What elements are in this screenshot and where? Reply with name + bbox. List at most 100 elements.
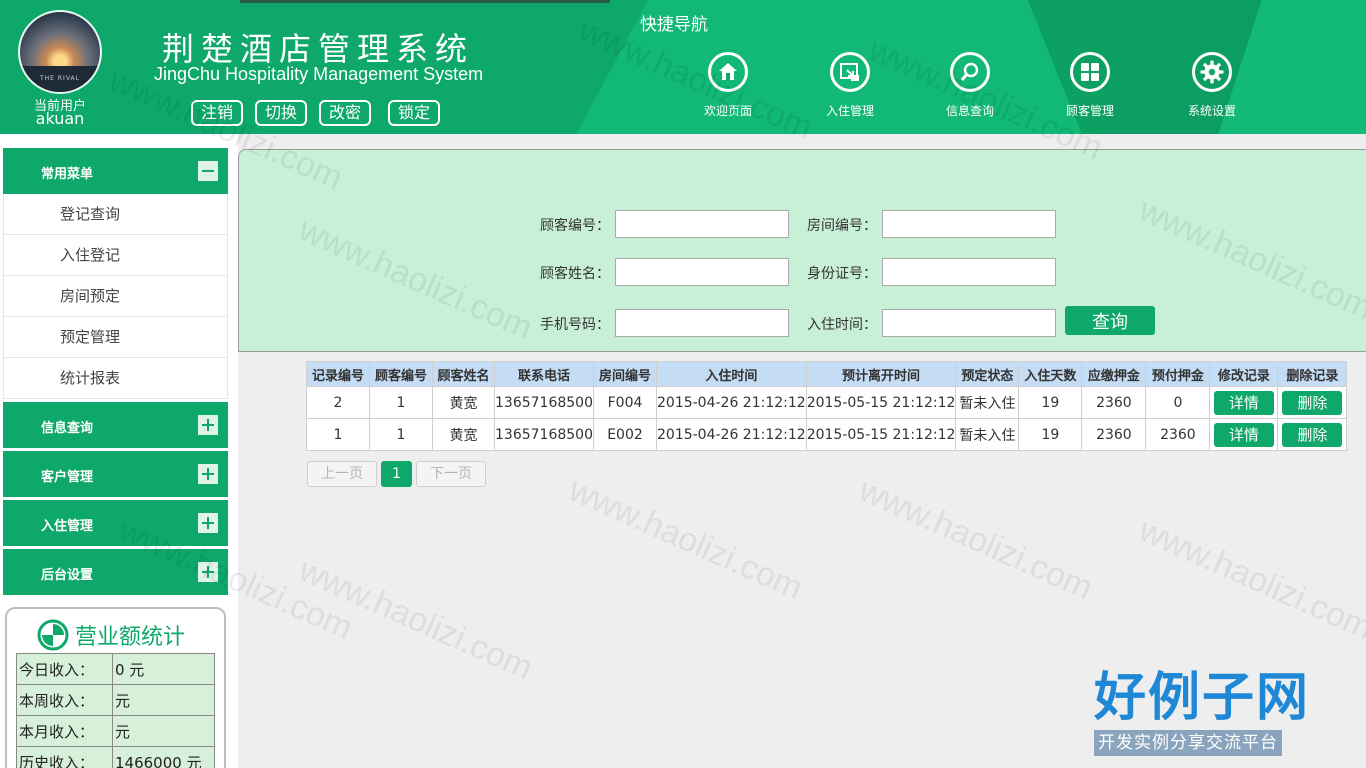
- quick-nav-settings-label: 系统设置: [1187, 104, 1236, 118]
- stat-row-history: 历史收入： 1466000 元: [16, 746, 215, 768]
- table-row: 1 1 黄宽 13657168500 E002 2015-04-26 21:12…: [306, 418, 1348, 451]
- avatar-caption: THE RIVAL: [40, 75, 80, 82]
- sidebar-item-checkin-query[interactable]: 登记查询: [4, 194, 227, 235]
- stat-row-month: 本月收入：元: [16, 715, 215, 747]
- id-card-label: 身份证号：: [807, 266, 877, 282]
- revenue-stats-title: 营业额统计: [75, 625, 186, 650]
- change-password-button[interactable]: 改密: [319, 100, 372, 126]
- col-phone: 联系电话: [494, 361, 594, 387]
- watermark: www.haolizi.com: [563, 470, 809, 608]
- prev-page-button[interactable]: 上一页: [307, 461, 377, 487]
- sidebar-section-customer[interactable]: 客户管理: [3, 451, 228, 497]
- col-checkin-time: 入住时间: [656, 361, 807, 387]
- sidebar-section-backend[interactable]: 后台设置: [3, 549, 228, 595]
- sidebar-item-booking-manage[interactable]: 预定管理: [4, 317, 227, 358]
- col-deposit-paid: 预付押金: [1145, 361, 1211, 387]
- sidebar-section-info-query-label: 信息查询: [41, 421, 94, 436]
- col-deposit-due: 应缴押金: [1081, 361, 1147, 387]
- expand-icon[interactable]: [198, 562, 218, 582]
- watermark: www.haolizi.com: [293, 550, 539, 688]
- expand-icon[interactable]: [198, 464, 218, 484]
- stat-row-week: 本周收入：元: [16, 684, 215, 716]
- logout-button[interactable]: 注销: [191, 100, 244, 126]
- watermark: www.haolizi.com: [1133, 510, 1366, 648]
- phone-label: 手机号码：: [540, 317, 610, 333]
- search-panel: [238, 149, 1366, 352]
- quick-nav-info-query[interactable]: 信息查询: [920, 52, 1020, 119]
- quick-nav-welcome[interactable]: 欢迎页面: [678, 52, 778, 119]
- quick-nav-welcome-label: 欢迎页面: [703, 104, 752, 118]
- customer-id-input[interactable]: [615, 210, 789, 238]
- phone-input[interactable]: [615, 309, 789, 337]
- col-record-id: 记录编号: [306, 361, 370, 387]
- id-card-input[interactable]: [882, 258, 1056, 286]
- col-delete: 删除记录: [1277, 361, 1348, 387]
- quick-nav-checkin-label: 入住管理: [825, 104, 874, 118]
- watermark: www.haolizi.com: [853, 470, 1099, 608]
- customer-id-label: 顾客编号：: [540, 218, 610, 234]
- revenue-stats-panel: 营业额统计 今日收入： 0 元 本周收入：元 本月收入：元 历史收入： 146600…: [5, 607, 226, 768]
- system-subtitle: JingChu Hospitality Management System: [154, 64, 484, 84]
- checkin-time-input[interactable]: [882, 309, 1056, 337]
- sidebar-section-info-query[interactable]: 信息查询: [3, 402, 228, 448]
- sidebar-item-room-booking[interactable]: 房间预定: [4, 276, 227, 317]
- stat-row-today: 今日收入： 0 元: [16, 653, 215, 685]
- brand-slogan: 开发实例分享交流平台: [1094, 730, 1282, 756]
- quick-nav-customer[interactable]: 顾客管理: [1040, 52, 1140, 119]
- collapse-icon[interactable]: [198, 161, 218, 181]
- home-icon: [708, 52, 748, 92]
- revenue-stats-table: 今日收入： 0 元 本周收入：元 本月收入：元 历史收入： 1466000 元: [16, 653, 215, 768]
- expand-icon[interactable]: [198, 513, 218, 533]
- customer-name-input[interactable]: [615, 258, 789, 286]
- avatar: THE RIVAL: [18, 10, 102, 94]
- common-menu-list: 登记查询 入住登记 房间预定 预定管理 统计报表: [3, 194, 228, 399]
- col-room-id: 房间编号: [593, 361, 657, 387]
- table-header-row: 记录编号 顾客编号 顾客姓名 联系电话 房间编号 入住时间 预计离开时间 预定状…: [306, 361, 1348, 387]
- quick-nav-customer-label: 顾客管理: [1065, 104, 1114, 118]
- current-page[interactable]: 1: [381, 461, 412, 487]
- records-table: 记录编号 顾客编号 顾客姓名 联系电话 房间编号 入住时间 预计离开时间 预定状…: [306, 361, 1348, 451]
- current-username: akuan: [35, 109, 85, 128]
- switch-user-button[interactable]: 切换: [255, 100, 308, 126]
- expand-icon[interactable]: [198, 415, 218, 435]
- pie-chart-icon: [37, 619, 69, 651]
- col-edit: 修改记录: [1209, 361, 1279, 387]
- checkin-time-label: 入住时间：: [807, 317, 877, 333]
- table-row: 2 1 黄宽 13657168500 F004 2015-04-26 21:12…: [306, 386, 1348, 419]
- sidebar-section-customer-label: 客户管理: [41, 470, 94, 485]
- room-id-label: 房间编号：: [807, 218, 877, 234]
- checkin-icon: [830, 52, 870, 92]
- delete-button[interactable]: 删除: [1282, 422, 1343, 447]
- brand-logo: 好例子网 开发实例分享交流平台: [1094, 668, 1310, 756]
- delete-button[interactable]: 删除: [1282, 390, 1343, 415]
- col-booking-status: 预定状态: [955, 361, 1020, 387]
- quick-nav-settings[interactable]: 系统设置: [1162, 52, 1262, 119]
- quick-nav-title: 快捷导航: [640, 15, 708, 35]
- lock-button[interactable]: 锁定: [388, 100, 441, 126]
- top-header: THE RIVAL 当前用户 akuan 荆楚酒店管理系统 JingChu Ho…: [0, 0, 1366, 134]
- query-button[interactable]: 查询: [1065, 306, 1155, 335]
- sidebar-section-common-label: 常用菜单: [41, 167, 94, 182]
- sidebar-section-backend-label: 后台设置: [41, 568, 94, 583]
- col-stay-days: 入住天数: [1018, 361, 1083, 387]
- sidebar: 常用菜单 登记查询 入住登记 房间预定 预定管理 统计报表 信息查询 客户管理 …: [0, 134, 238, 768]
- detail-button[interactable]: 详情: [1213, 390, 1274, 415]
- customer-name-label: 顾客姓名：: [540, 266, 610, 282]
- col-customer-name: 顾客姓名: [432, 361, 495, 387]
- col-expected-leave: 预计离开时间: [805, 361, 957, 387]
- sidebar-section-common[interactable]: 常用菜单: [3, 148, 228, 194]
- sidebar-item-reports[interactable]: 统计报表: [4, 358, 227, 399]
- quick-nav-info-query-label: 信息查询: [945, 104, 994, 118]
- grid-icon: [1070, 52, 1110, 92]
- detail-button[interactable]: 详情: [1213, 422, 1274, 447]
- sidebar-section-checkin-label: 入住管理: [41, 519, 94, 534]
- sidebar-item-checkin-register[interactable]: 入住登记: [4, 235, 227, 276]
- next-page-button[interactable]: 下一页: [416, 461, 486, 487]
- room-id-input[interactable]: [882, 210, 1056, 238]
- quick-nav-checkin[interactable]: 入住管理: [800, 52, 900, 119]
- search-icon: [950, 52, 990, 92]
- gear-icon: [1192, 52, 1232, 92]
- brand-name: 好例子网: [1094, 668, 1311, 728]
- sidebar-section-checkin[interactable]: 入住管理: [3, 500, 228, 546]
- col-customer-id: 顾客编号: [369, 361, 433, 387]
